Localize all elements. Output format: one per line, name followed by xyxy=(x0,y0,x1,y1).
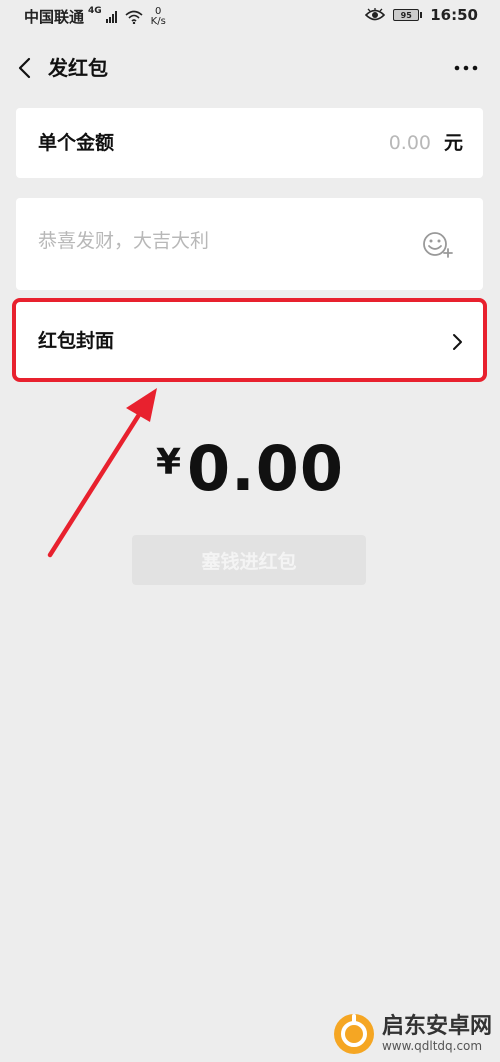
watermark-title: 启东安卓网 xyxy=(381,1014,492,1040)
eye-icon xyxy=(365,8,386,21)
watermark-url: www.qdltdq.com xyxy=(381,1038,483,1053)
page-title: 发红包 xyxy=(48,56,108,80)
emoji-add-icon[interactable] xyxy=(421,230,455,260)
amount-label: 单个金额 xyxy=(38,132,115,154)
amount-unit: 元 xyxy=(443,132,463,154)
carrier-name: 中国联通 xyxy=(24,8,85,26)
status-bar: 中国联通 4G 0 K/s 95 16:50 xyxy=(0,0,500,34)
total-amount: ¥0.00 xyxy=(0,432,500,505)
back-arrow-icon[interactable] xyxy=(14,54,38,82)
nav-bar: 发红包 xyxy=(0,40,500,96)
cover-selector[interactable]: 红包封面 xyxy=(12,298,487,382)
signal-icon xyxy=(105,10,117,23)
status-left: 中国联通 4G 0 K/s xyxy=(24,6,166,27)
greeting-field xyxy=(16,198,483,290)
watermark: 启东安卓网 www.qdltdq.com xyxy=(332,1012,492,1056)
wifi-icon xyxy=(125,10,143,24)
total-value: 0.00 xyxy=(187,432,345,505)
amount-input[interactable]: 0.00 xyxy=(389,130,431,156)
status-time: 16:50 xyxy=(430,6,478,24)
chevron-right-icon xyxy=(453,334,462,350)
amount-field[interactable]: 单个金额 0.00 元 xyxy=(16,108,483,178)
more-dots-icon[interactable] xyxy=(452,58,480,78)
battery-level: 95 xyxy=(393,9,420,21)
net-speed: 0 K/s xyxy=(150,6,166,27)
currency-symbol: ¥ xyxy=(155,442,182,483)
cover-label: 红包封面 xyxy=(38,330,115,352)
watermark-logo-icon xyxy=(333,1014,374,1054)
net-speed-unit: K/s xyxy=(150,15,166,27)
status-right: 95 16:50 xyxy=(365,6,478,24)
battery-icon: 95 xyxy=(393,9,423,21)
network-type: 4G xyxy=(88,5,102,16)
submit-button[interactable]: 塞钱进红包 xyxy=(132,535,366,585)
greeting-input[interactable] xyxy=(38,230,398,252)
